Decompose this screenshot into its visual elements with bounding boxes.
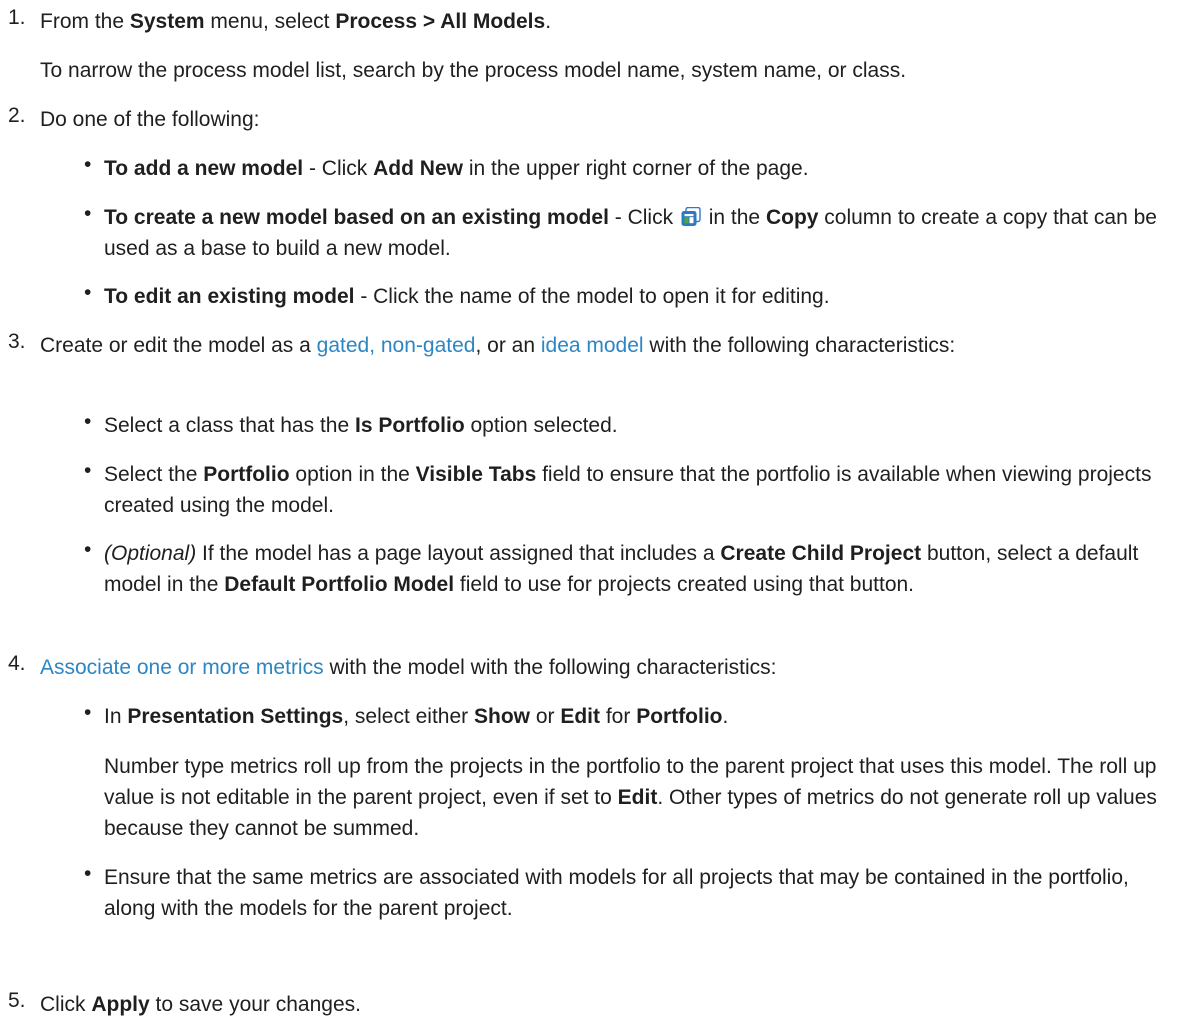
doc-link[interactable]: gated, non-gated	[317, 334, 476, 357]
step-note: To narrow the process model list, search…	[40, 59, 907, 82]
text-run: - Click	[303, 157, 374, 180]
text-run: Select a class that has the	[104, 414, 355, 437]
text-run: From the	[40, 10, 130, 33]
text-run: Do one of the following:	[40, 108, 260, 131]
bullet-item: • To create a new model based on an exis…	[84, 202, 1174, 264]
text-run: Create or edit the model as a	[40, 334, 317, 357]
bullet-marker: •	[84, 410, 92, 433]
bold-term: Portfolio	[636, 705, 723, 728]
step-number: 4.	[8, 652, 26, 675]
text-run: option selected.	[464, 414, 618, 437]
bullet-text: Select the Portfolio option in the Visib…	[104, 459, 1174, 521]
bullet-item: • Ensure that the same metrics are assoc…	[84, 862, 1174, 924]
step-text: Do one of the following:	[40, 104, 1175, 135]
step-number: 3.	[8, 330, 26, 353]
step-2: 2. Do one of the following:	[0, 104, 1175, 135]
text-run: with the following characteristics:	[643, 334, 956, 357]
bullet-marker: •	[84, 153, 92, 176]
step-text: Associate one or more metrics with the m…	[40, 652, 1175, 683]
step-5: 5. Click Apply to save your changes.	[0, 989, 1175, 1020]
bold-term: Edit	[560, 705, 600, 728]
bullet-item: • (Optional) If the model has a page lay…	[84, 538, 1174, 600]
text-run: If the model has a page layout assigned …	[196, 542, 721, 565]
bullet-item: • Select the Portfolio option in the Vis…	[84, 459, 1174, 521]
text-run: option in the	[289, 463, 416, 486]
step-1: 1. From the System menu, select Process …	[0, 6, 1175, 37]
bullet-marker: •	[84, 281, 92, 304]
bold-term: Is Portfolio	[354, 414, 465, 437]
step-text: From the System menu, select Process > A…	[40, 6, 1175, 37]
bullet-item: • To add a new model - Click Add New in …	[84, 153, 1174, 184]
bold-term: Create Child Project	[720, 542, 922, 565]
text-run: to save your changes.	[149, 993, 361, 1016]
text-run: Click	[40, 993, 92, 1016]
bullet-marker: •	[84, 459, 92, 482]
text-run: Select the	[104, 463, 204, 486]
step-number: 1.	[8, 6, 26, 29]
bullet-marker: •	[84, 701, 92, 724]
bullet-text: Select a class that has the Is Portfolio…	[104, 410, 1174, 441]
text-run: menu, select	[204, 10, 336, 33]
bold-term: Add New	[373, 157, 463, 180]
optional-marker: (Optional)	[104, 542, 197, 565]
doc-link[interactable]: Associate one or more metrics	[40, 656, 324, 679]
bold-term: Visible Tabs	[415, 463, 537, 486]
text-run: - Click the name of the model to open it…	[354, 285, 830, 308]
step-text: Click Apply to save your changes.	[40, 989, 1175, 1020]
bold-term: System	[129, 10, 205, 33]
bullet-item: • Select a class that has the Is Portfol…	[84, 410, 1174, 441]
bullet-item: • To edit an existing model - Click the …	[84, 281, 1174, 312]
bullet-marker: •	[84, 538, 92, 561]
copy-icon	[681, 204, 701, 226]
bullet-text: In Presentation Settings, select either …	[104, 701, 1174, 732]
text-run: field to use for projects created using …	[454, 573, 915, 596]
bold-term: Show	[473, 705, 530, 728]
step-4: 4. Associate one or more metrics with th…	[0, 652, 1175, 683]
bold-term: To create a new model based on an existi…	[104, 206, 609, 229]
text-run: , select either	[343, 705, 474, 728]
bold-term: Apply	[91, 993, 150, 1016]
step-number: 2.	[8, 104, 26, 127]
bullet-text: To create a new model based on an existi…	[104, 202, 1174, 264]
step-3: 3. Create or edit the model as a gated, …	[0, 330, 1175, 361]
bullet-marker: •	[84, 862, 92, 885]
step-number: 5.	[8, 989, 26, 1012]
bold-term: Default Portfolio Model	[224, 573, 455, 596]
text-run: , or an	[475, 334, 541, 357]
text-run: with the model with the following charac…	[323, 656, 777, 679]
text-run: .	[545, 10, 552, 33]
text-run: in the upper right corner of the page.	[462, 157, 809, 180]
bold-term: Portfolio	[203, 463, 290, 486]
bullet-item: • In Presentation Settings, select eithe…	[84, 701, 1174, 732]
step-text: Create or edit the model as a gated, non…	[40, 330, 1175, 361]
bullet-text: (Optional) If the model has a page layou…	[104, 538, 1174, 600]
bullet-text: To edit an existing model - Click the na…	[104, 281, 1174, 312]
text-run: - Click	[608, 206, 679, 229]
text-run: in the	[702, 206, 766, 229]
bold-term: Presentation Settings	[127, 705, 344, 728]
bullet-note: Number type metrics roll up from the pro…	[104, 751, 1176, 844]
text-run: .	[722, 705, 729, 728]
doc-link[interactable]: idea model	[541, 334, 644, 357]
bullet-text: To add a new model - Click Add New in th…	[104, 153, 1174, 184]
bold-term: To add a new model	[104, 157, 304, 180]
bullet-marker: •	[84, 202, 92, 225]
bold-term: Process > All Models	[335, 10, 546, 33]
text-run: for	[600, 705, 637, 728]
text-run: Ensure that the same metrics are associa…	[104, 866, 1129, 920]
bold-term: Edit	[617, 786, 658, 809]
text-run: or	[529, 705, 561, 728]
text-run: In	[104, 705, 128, 728]
bold-term: Copy	[765, 206, 819, 229]
bold-term: To edit an existing model	[104, 285, 355, 308]
bullet-text: Ensure that the same metrics are associa…	[104, 862, 1174, 924]
